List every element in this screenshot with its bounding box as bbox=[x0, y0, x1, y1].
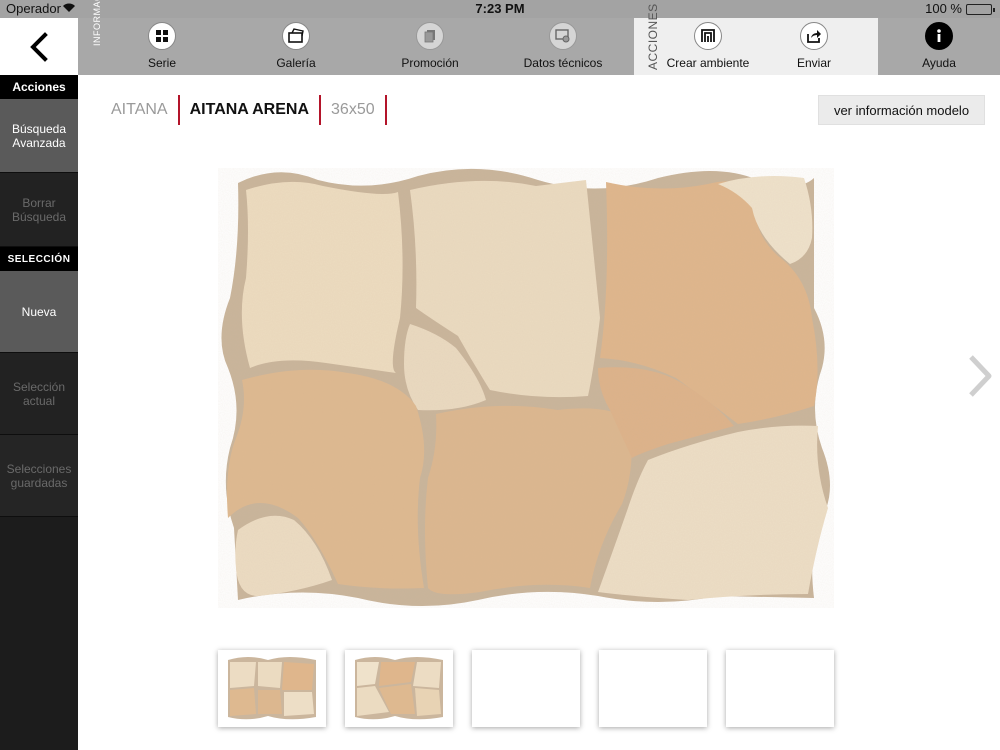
breadcrumb-format: 36x50 bbox=[331, 101, 375, 118]
clock: 7:23 PM bbox=[475, 1, 525, 16]
sidebar-actions-header: Acciones bbox=[0, 75, 78, 99]
stone-tile-thumbnail bbox=[218, 650, 326, 727]
promotion-label: Promoción bbox=[401, 56, 459, 70]
gallery-button[interactable]: Galería bbox=[263, 18, 329, 75]
stone-tile-picture bbox=[218, 168, 834, 608]
thumbnail-4[interactable] bbox=[599, 650, 707, 727]
top-toolbar: INFORMACIÓN Serie Galería Promoción Dato… bbox=[0, 0, 1000, 75]
battery-icon bbox=[966, 4, 995, 15]
gallery-label: Galería bbox=[276, 56, 316, 70]
grid-icon bbox=[148, 22, 176, 50]
technical-data-label: Datos técnicos bbox=[523, 56, 603, 70]
sidebar: Acciones Búsqueda Avanzada Borrar Búsque… bbox=[0, 75, 78, 750]
battery-percentage: 100 % bbox=[925, 1, 962, 16]
breadcrumb-series[interactable]: AITANA bbox=[111, 101, 178, 119]
clear-search-button[interactable]: Borrar Búsqueda bbox=[0, 173, 78, 247]
room-icon bbox=[694, 22, 722, 50]
advanced-search-button[interactable]: Búsqueda Avanzada bbox=[0, 99, 78, 173]
create-room-button[interactable]: Crear ambiente bbox=[660, 18, 756, 75]
breadcrumb: AITANA AITANA ARENA 36x50 bbox=[111, 95, 387, 125]
main-content: AITANA AITANA ARENA 36x50 ver informació… bbox=[78, 75, 1000, 750]
send-label: Enviar bbox=[796, 56, 831, 70]
series-label: Serie bbox=[147, 56, 176, 70]
send-button[interactable]: Enviar bbox=[789, 18, 839, 75]
series-button[interactable]: Serie bbox=[133, 18, 191, 75]
chevron-right-icon[interactable] bbox=[965, 353, 995, 399]
documents-icon bbox=[416, 22, 444, 50]
actions-section-label: ACCIONES bbox=[646, 3, 660, 70]
technical-data-icon bbox=[549, 22, 577, 50]
help-button[interactable]: Ayuda bbox=[914, 18, 964, 75]
thumbnail-3[interactable] bbox=[472, 650, 580, 727]
help-label: Ayuda bbox=[922, 56, 956, 70]
status-bar: Operador 7:23 PM 100 % bbox=[0, 0, 1000, 18]
share-icon bbox=[800, 22, 828, 50]
info-icon bbox=[925, 22, 953, 50]
model-info-button[interactable]: ver información modelo bbox=[818, 95, 985, 125]
thumbnail-5[interactable] bbox=[726, 650, 834, 727]
breadcrumb-model: AITANA ARENA bbox=[189, 101, 310, 118]
saved-selections-button[interactable]: Selecciones guardadas bbox=[0, 435, 78, 517]
thumbnail-2[interactable] bbox=[345, 650, 453, 727]
sidebar-selection-header: SELECCIÓN bbox=[0, 247, 78, 271]
help-section: Ayuda bbox=[878, 18, 1000, 75]
chevron-left-icon bbox=[30, 31, 48, 62]
gallery-icon bbox=[282, 22, 310, 50]
promotion-button[interactable]: Promoción bbox=[393, 18, 467, 75]
thumbnail-strip bbox=[218, 650, 838, 728]
new-selection-button[interactable]: Nueva bbox=[0, 271, 78, 353]
thumbnail-1[interactable] bbox=[218, 650, 326, 727]
back-button[interactable] bbox=[0, 18, 78, 75]
create-room-label: Crear ambiente bbox=[666, 56, 750, 70]
info-section-label: INFORMACIÓN bbox=[92, 0, 102, 46]
tile-image bbox=[218, 168, 834, 608]
current-selection-button[interactable]: Selección actual bbox=[0, 353, 78, 435]
info-section: INFORMACIÓN Serie Galería Promoción Dato… bbox=[78, 0, 634, 75]
breadcrumb-separator bbox=[384, 95, 387, 125]
actions-section: ACCIONES Crear ambiente Enviar bbox=[634, 3, 878, 75]
stone-tile-thumbnail bbox=[345, 650, 453, 727]
technical-data-button[interactable]: Datos técnicos bbox=[513, 18, 613, 75]
